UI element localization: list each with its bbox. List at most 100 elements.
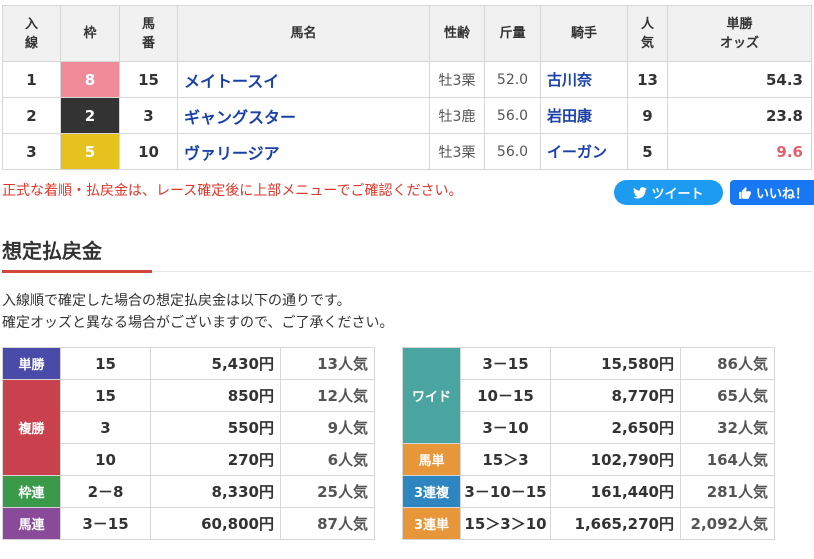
win-odds: 54.3 [667, 61, 812, 98]
payout-popularity: 25人気 [280, 475, 375, 508]
result-row: 1 8 15 メイトースイ 牡3栗 52.0 古川奈 13 54.3 [2, 61, 812, 98]
bet-combination: 10－15 [460, 379, 551, 412]
payout-amount: 8,330円 [150, 475, 281, 508]
finish-position: 2 [2, 97, 61, 134]
header-umaban-line2: 番 [141, 35, 155, 51]
header-horse: 馬名 [177, 5, 430, 62]
header-umaban: 馬番 [119, 5, 178, 62]
header-popularity-line1: 人 [640, 16, 654, 32]
bet-combination: 3 [60, 411, 151, 444]
bird-icon [633, 186, 648, 199]
payout-table-right: ワイド 3－15 15,580円 86人気 10－15 8,770円 65人気 3－10 2,6… [402, 347, 775, 540]
section-accent-bar [2, 270, 152, 273]
popularity: 5 [627, 133, 668, 170]
win-odds: 23.8 [667, 97, 812, 134]
header-odds-line2: オッズ [719, 35, 759, 51]
description-line-1: 入線順で確定した場合の想定払戻金は以下の通りです。 [2, 293, 351, 309]
payout-popularity: 164人気 [680, 443, 775, 476]
bet-combination: 15＞3 [460, 443, 551, 476]
sex-age: 牡3栗 [429, 133, 485, 170]
bet-combination: 15 [60, 379, 151, 412]
waku-number: 5 [60, 133, 120, 170]
payout-popularity: 281人気 [680, 475, 775, 508]
sex-age: 牡3栗 [429, 61, 485, 98]
payout-amount: 2,650円 [550, 411, 681, 444]
like-label: いいね！ [756, 187, 809, 202]
payout-amount: 1,665,270円 [550, 507, 681, 540]
payout-row: 単勝 15 5,430円 13人気 [2, 347, 375, 380]
header-jockey: 騎手 [540, 5, 628, 62]
bet-type-label: 3連単 [402, 507, 461, 540]
bet-combination: 3－10 [460, 411, 551, 444]
horse-number: 15 [119, 61, 178, 98]
jockey-name-link[interactable]: 古川奈 [540, 61, 628, 98]
horse-name-link[interactable]: メイトースイ [177, 61, 430, 98]
bet-type-label: 枠連 [2, 475, 61, 508]
carried-weight: 52.0 [484, 61, 541, 98]
payout-popularity: 6人気 [280, 443, 375, 476]
jockey-name-link[interactable]: 岩田康 [540, 97, 628, 134]
horse-number: 3 [119, 97, 178, 134]
bet-combination: 3－15 [460, 347, 551, 380]
payout-row: 枠連 2－8 8,330円 25人気 [2, 475, 375, 508]
waku-number: 8 [60, 61, 120, 98]
result-row: 2 2 3 ギャングスター 牡3鹿 56.0 岩田康 9 23.8 [2, 97, 812, 134]
carried-weight: 56.0 [484, 133, 541, 170]
header-finish-line2: 線 [24, 35, 38, 51]
payout-amount: 270円 [150, 443, 281, 476]
jockey-name-link[interactable]: イーガン [540, 133, 628, 170]
popularity: 9 [627, 97, 668, 134]
waku-number: 2 [60, 97, 120, 134]
bet-combination: 10 [60, 443, 151, 476]
sex-age: 牡3鹿 [429, 97, 485, 134]
header-odds-line1: 単勝 [726, 16, 753, 32]
payout-description: 入線順で確定した場合の想定払戻金は以下の通りです。 確定オッズと異なる場合がござ… [2, 290, 393, 334]
header-finish: 入線 [2, 5, 61, 62]
payout-popularity: 32人気 [680, 411, 775, 444]
bet-combination: 3－15 [60, 507, 151, 540]
finish-position: 3 [2, 133, 61, 170]
payout-amount: 161,440円 [550, 475, 681, 508]
bet-type-label: 馬単 [402, 443, 461, 476]
payout-amount: 8,770円 [550, 379, 681, 412]
header-waku: 枠 [60, 5, 120, 62]
bet-type-label: ワイド [402, 347, 461, 444]
bet-combination: 15＞3＞10 [460, 507, 551, 540]
race-result-table: 入線 枠 馬番 馬名 性齢 斤量 騎手 人気 単勝 オッズ 1 8 15 メイトースイ牡… [2, 5, 812, 170]
payout-row: 馬連 3－15 60,800円 87人気 [2, 507, 375, 540]
win-odds: 9.6 [667, 133, 812, 170]
payout-amount: 850円 [150, 379, 281, 412]
popularity: 13 [627, 61, 668, 98]
horse-number: 10 [119, 133, 178, 170]
result-header-row: 入線 枠 馬番 馬名 性齢 斤量 騎手 人気 単勝 オッズ [2, 5, 812, 62]
payout-popularity: 65人気 [680, 379, 775, 412]
payout-popularity: 87人気 [280, 507, 375, 540]
payout-row: 複勝 15 850円 12人気 [2, 379, 375, 476]
bet-combination: 3－10－15 [460, 475, 551, 508]
payout-row: 3連単 15＞3＞10 1,665,270円 2,092人気 [402, 507, 775, 540]
payout-amount: 5,430円 [150, 347, 281, 380]
bet-type-label: 3連複 [402, 475, 461, 508]
payout-amount: 550円 [150, 411, 281, 444]
payout-amount: 60,800円 [150, 507, 281, 540]
header-umaban-line1: 馬 [141, 16, 155, 32]
payout-row: ワイド 3－15 15,580円 86人気 [402, 347, 775, 444]
tweet-button[interactable]: ツイート [614, 180, 723, 205]
section-title: 想定払戻金 [2, 239, 102, 263]
payout-popularity: 12人気 [280, 379, 375, 412]
horse-name-link[interactable]: ヴァリージア [177, 133, 430, 170]
finish-position: 1 [2, 61, 61, 98]
payout-table-left: 単勝 15 5,430円 13人気 複勝 15 850円 12人気 3 550円 9人気 10 270円… [2, 347, 375, 540]
like-button[interactable]: いいね！ [730, 180, 814, 205]
bet-type-label: 馬連 [2, 507, 61, 540]
header-popularity-line2: 気 [640, 35, 654, 51]
horse-name-link[interactable]: ギャングスター [177, 97, 430, 134]
header-odds: 単勝 オッズ [667, 5, 812, 62]
thumbs-up-icon [739, 186, 751, 199]
bet-combination: 2－8 [60, 475, 151, 508]
payout-row: 馬単 15＞3 102,790円 164人気 [402, 443, 775, 476]
bet-type-label: 単勝 [2, 347, 61, 380]
payout-amount: 102,790円 [550, 443, 681, 476]
description-line-2: 確定オッズと異なる場合がございますので、ご了承ください。 [2, 315, 394, 331]
payout-popularity: 13人気 [280, 347, 375, 380]
